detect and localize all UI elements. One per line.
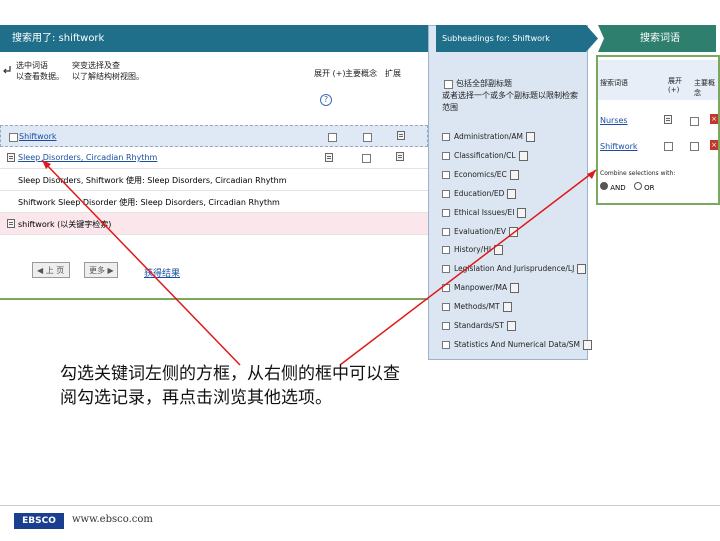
caption-line-2: 阅勾选记录，再点击浏览其他选项。 <box>60 388 332 408</box>
ebsco-logo: EBSCO <box>14 513 64 529</box>
footer-url: www.ebsco.com <box>72 514 153 525</box>
annotation-arrows <box>41 159 597 366</box>
caption-line-1: 勾选关键词左侧的方框，从右侧的框中可以查 <box>60 364 400 384</box>
caption: 勾选关键词左侧的方框，从右侧的框中可以查 阅勾选记录，再点击浏览其他选项。 <box>60 362 400 410</box>
